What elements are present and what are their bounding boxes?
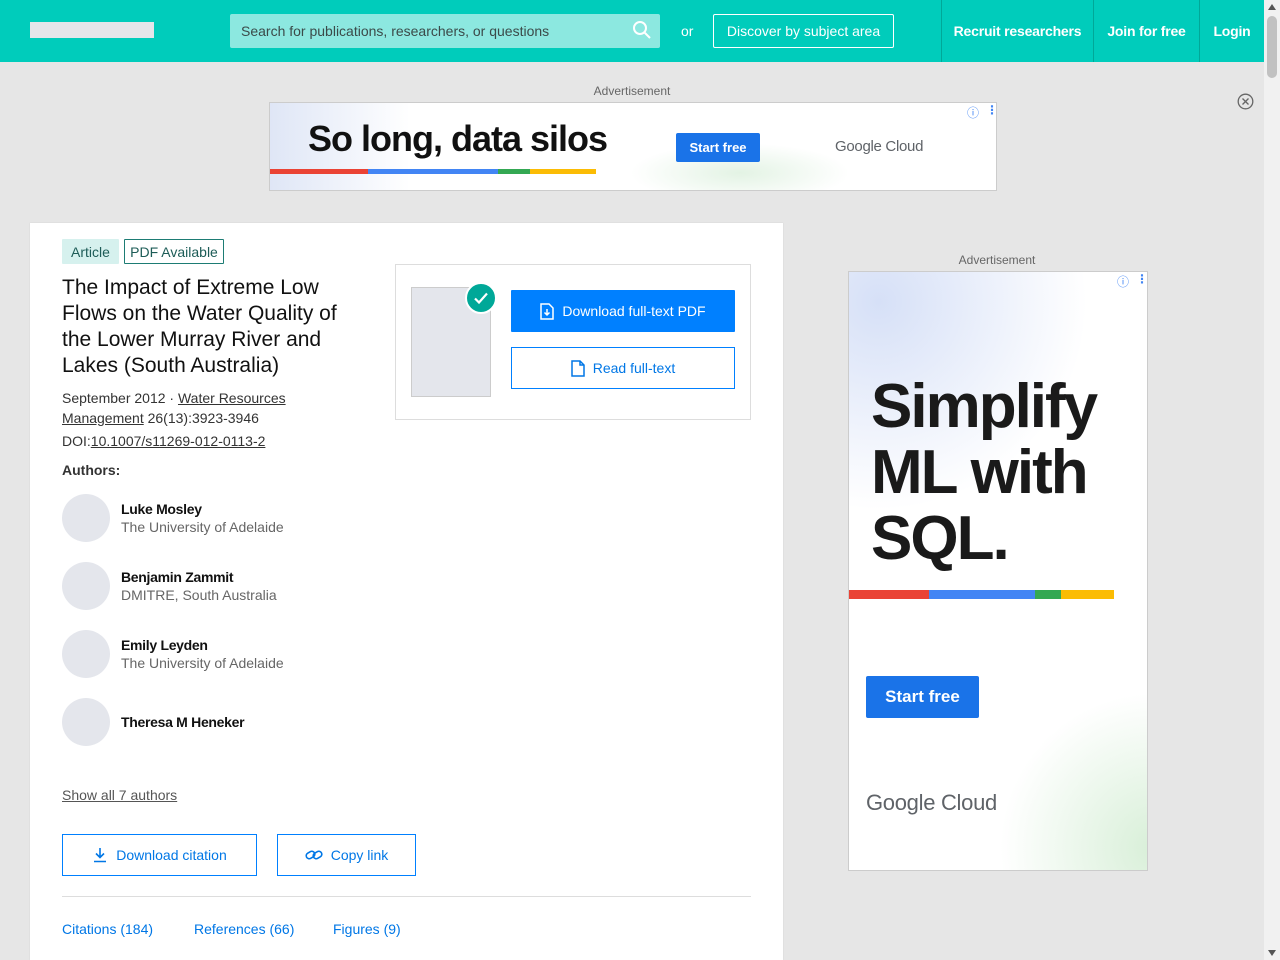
fulltext-box: Download full-text PDF Read full-text	[395, 264, 751, 420]
ad-info-icon[interactable]: ⓘ	[1117, 273, 1129, 290]
pdf-download-icon	[540, 302, 555, 320]
search-input[interactable]: Search for publications, researchers, or…	[230, 14, 660, 48]
author-name[interactable]: Luke Mosley	[121, 501, 202, 517]
stripe-yellow	[1061, 590, 1114, 599]
stripe-blue	[368, 169, 498, 174]
download-icon	[94, 848, 107, 863]
copy-link-label: Copy link	[330, 847, 389, 863]
side-ad[interactable]: Simplify ML with SQL. Start free Google …	[848, 271, 1148, 871]
article-badge: Article	[62, 239, 119, 264]
author-institution: DMITRE, South Australia	[121, 587, 277, 603]
avatar[interactable]	[62, 630, 110, 678]
read-fulltext-button[interactable]: Read full-text	[511, 347, 735, 389]
author-item[interactable]: Emily Leyden The University of Adelaide	[62, 630, 382, 678]
doi-link[interactable]: 10.1007/s11269-012-0113-2	[91, 433, 266, 449]
side-ad-cta-button[interactable]: Start free	[866, 676, 979, 718]
download-citation-label: Download citation	[116, 847, 227, 863]
scroll-thumb[interactable]	[1267, 16, 1277, 78]
nav-recruit-researchers[interactable]: Recruit researchers	[941, 0, 1093, 62]
or-text: or	[681, 23, 694, 39]
publication-title: The Impact of Extreme Low Flows on the W…	[62, 276, 337, 377]
google-cloud-logo: Google Cloud	[866, 790, 997, 815]
search-icon[interactable]	[632, 20, 652, 40]
author-item[interactable]: Luke Mosley The University of Adelaide	[62, 494, 382, 542]
stripe-green	[1035, 590, 1061, 599]
side-ad-headline: Simplify ML with SQL.	[871, 372, 1098, 573]
site-logo[interactable]	[30, 22, 154, 38]
page-scrollbar[interactable]	[1264, 0, 1280, 960]
divider	[62, 896, 751, 897]
search-placeholder: Search for publications, researchers, or…	[241, 23, 550, 39]
download-fulltext-pdf-button[interactable]: Download full-text PDF	[511, 290, 735, 332]
ad-menu-icon[interactable]: ⋮	[1136, 272, 1147, 286]
link-icon	[305, 850, 323, 860]
download-pdf-label: Download full-text PDF	[562, 303, 706, 319]
nav-login[interactable]: Login	[1199, 0, 1264, 62]
side-ad-headline-line: Simplify	[871, 372, 1098, 441]
author-institution: The University of Adelaide	[121, 655, 284, 671]
author-item[interactable]: Benjamin Zammit DMITRE, South Australia	[62, 562, 382, 610]
side-ad-headline-line: SQL.	[871, 504, 1010, 573]
close-ad-icon[interactable]	[1237, 93, 1254, 110]
author-name[interactable]: Benjamin Zammit	[121, 569, 234, 585]
top-header: Search for publications, researchers, or…	[0, 0, 1264, 62]
show-all-authors-link[interactable]: Show all 7 authors	[62, 787, 177, 803]
scroll-down-arrow-icon[interactable]	[1268, 950, 1276, 956]
authors-label: Authors:	[62, 462, 121, 478]
google-cloud-logo: Google Cloud	[835, 138, 924, 155]
avatar[interactable]	[62, 698, 110, 746]
side-ad-label: Advertisement	[958, 253, 1036, 267]
ad-menu-icon[interactable]: ⋮	[986, 103, 996, 117]
author-item[interactable]: Theresa M Heneker	[62, 698, 382, 746]
publication-card: Article PDF Available The Impact of Extr…	[30, 223, 783, 960]
publication-date: September 2012	[62, 390, 166, 406]
banner-ad[interactable]: So long, data silos Start free Google Cl…	[269, 102, 997, 191]
tab-references[interactable]: References (66)	[194, 921, 294, 937]
banner-ad-label: Advertisement	[593, 84, 671, 98]
pdf-available-badge: PDF Available	[124, 239, 224, 264]
nav-join-for-free[interactable]: Join for free	[1093, 0, 1199, 62]
stripe-blue	[929, 590, 1035, 599]
author-institution: The University of Adelaide	[121, 519, 284, 535]
tab-citations[interactable]: Citations (184)	[62, 921, 153, 937]
ad-info-icon[interactable]: ⓘ	[967, 104, 979, 121]
stripe-green	[498, 169, 530, 174]
read-fulltext-label: Read full-text	[592, 360, 676, 376]
banner-ad-cta-button[interactable]: Start free	[676, 133, 760, 162]
avatar[interactable]	[62, 562, 110, 610]
stripe-red	[270, 169, 368, 174]
doi-row: DOI:10.1007/s11269-012-0113-2	[62, 431, 265, 451]
publication-meta: September 2012 · Water Resources Managem…	[62, 388, 322, 428]
meta-separator: ·	[165, 390, 178, 406]
doi-label: DOI:	[62, 433, 91, 449]
stripe-red	[849, 590, 929, 599]
volume-pages: 26(13):3923-3946	[143, 410, 259, 426]
check-icon	[465, 282, 497, 314]
tab-figures[interactable]: Figures (9)	[333, 921, 401, 937]
copy-link-button[interactable]: Copy link	[277, 834, 416, 876]
download-citation-button[interactable]: Download citation	[62, 834, 257, 876]
banner-ad-headline: So long, data silos	[308, 118, 608, 159]
stripe-yellow	[530, 169, 596, 174]
side-ad-headline-line: ML with	[871, 438, 1089, 507]
author-name[interactable]: Emily Leyden	[121, 637, 208, 653]
scroll-up-arrow-icon[interactable]	[1268, 4, 1276, 10]
document-icon	[571, 359, 585, 377]
avatar[interactable]	[62, 494, 110, 542]
author-name[interactable]: Theresa M Heneker	[121, 714, 245, 730]
discover-subject-button[interactable]: Discover by subject area	[713, 14, 894, 48]
